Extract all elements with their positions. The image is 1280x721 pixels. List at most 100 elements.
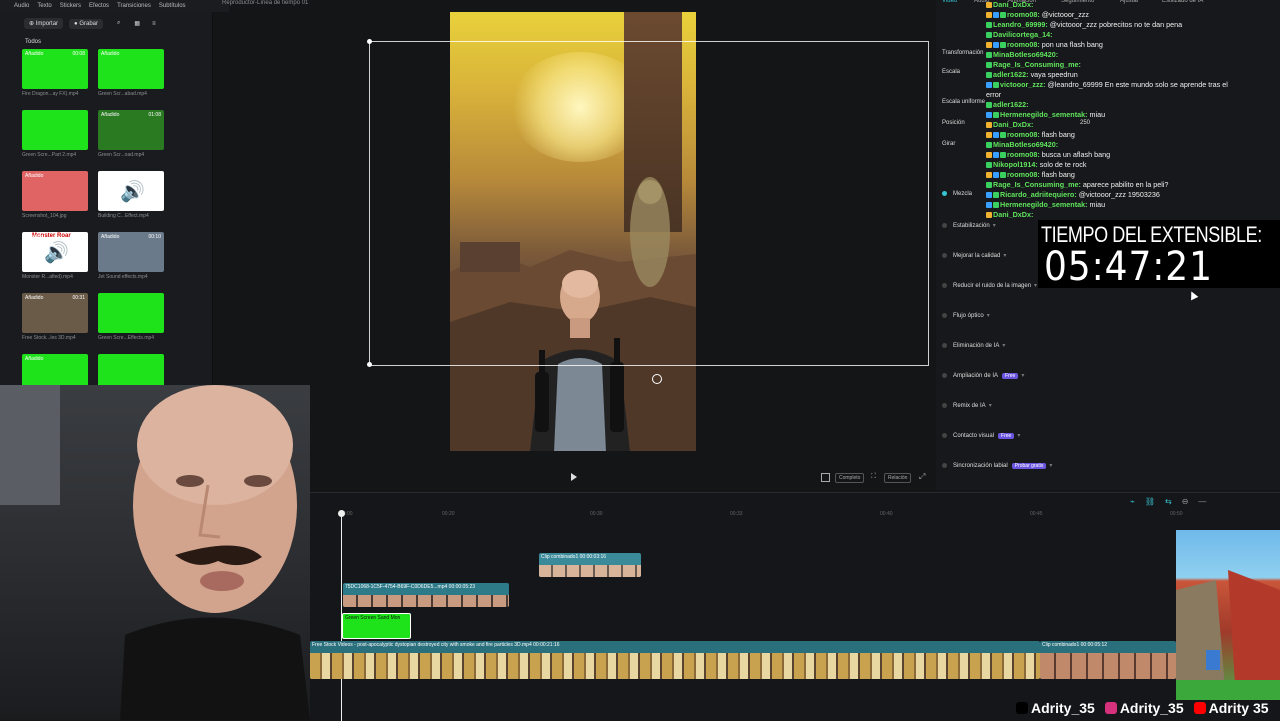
ratio-button[interactable]: Relación <box>884 473 912 483</box>
property-row[interactable]: Mejorar la calidad ▾ <box>942 252 1006 259</box>
toggle-icon[interactable] <box>942 372 947 378</box>
blend-toggle-icon[interactable] <box>942 191 947 196</box>
toggle-icon[interactable] <box>942 342 947 348</box>
property-row[interactable]: Estabilización ▾ <box>942 222 996 229</box>
media-item[interactable]: Añadido 01:08 Green Scr...oad.mp4 <box>98 110 164 158</box>
speaker-icon: 🔊 <box>120 181 145 203</box>
chat-message: Nikopol1914: solo de te rock <box>986 160 1280 170</box>
chat-badge-icon <box>986 112 992 119</box>
resize-handle-bl[interactable] <box>367 362 372 367</box>
clip-frames <box>539 565 641 577</box>
chat-text: vaya speedrun <box>1030 70 1078 79</box>
timer-time: 05:47:21 <box>1044 244 1213 290</box>
top-menu-item[interactable]: Transiciones <box>117 3 151 9</box>
top-menu-item[interactable]: Subtítulos <box>159 3 186 9</box>
media-item[interactable]: Añadido 00:08 Fire Dragon...ay FX).mp4 <box>22 49 88 97</box>
chat-message: adler1622: <box>986 100 1280 110</box>
media-item[interactable]: 🔊 Añadido Building C...Effect.mp4 <box>98 171 164 219</box>
crop-icon[interactable] <box>821 473 830 482</box>
chat-badge-icon <box>986 42 992 49</box>
resize-handle-tl[interactable] <box>367 39 372 44</box>
toggle-icon[interactable] <box>942 462 947 468</box>
property-row[interactable]: Remix de IA ▾ <box>942 402 992 409</box>
chat-username: Leandro_69999: <box>993 20 1048 29</box>
media-item[interactable]: Añadido 00:31 Free Stock...les 3D.mp4 <box>22 293 88 341</box>
chat-message: MinaBotleso69420: <box>986 50 1280 60</box>
magnet-icon[interactable]: ⌁ <box>1130 497 1135 506</box>
chat-badge-icon <box>1000 132 1006 139</box>
chat-badge-icon <box>986 2 992 9</box>
chat-text: pon una flash bang <box>1041 40 1103 49</box>
top-menu-item[interactable]: Stickers <box>60 3 81 9</box>
chat-badge-icon <box>1000 172 1006 179</box>
toggle-icon[interactable] <box>942 252 947 258</box>
property-row[interactable]: Contacto visual Free ▾ <box>942 432 1020 439</box>
fit-icon[interactable]: ⛶ <box>871 473 876 481</box>
chat-username: Ricardo_adriitequiero: <box>1000 190 1077 199</box>
compound-clip-2[interactable]: Clip combinado1 00:00:05:12 <box>1040 641 1176 679</box>
clip-frames <box>310 653 1040 679</box>
blend-row[interactable]: Mezcla <box>942 191 972 197</box>
compound-clip-1[interactable]: Clip combinado1 00:00:03:16 <box>539 553 641 577</box>
property-row[interactable]: Ampliación de IA Free ▾ <box>942 372 1024 379</box>
property-row[interactable]: Eliminación de IA ▾ <box>942 342 1005 349</box>
webcam-overlay <box>0 385 310 720</box>
video-clip-75dc[interactable]: 75DC1068-1C5F-4754-B69F-C0D6DE5...mp4 00… <box>343 583 509 607</box>
chat-text: @leandro_69999 En este mundo solo se apr… <box>1047 80 1228 89</box>
filter-icon[interactable]: ≡ <box>152 21 156 27</box>
filter-all[interactable]: Todos <box>25 39 41 45</box>
link-icon[interactable]: ⛓ <box>1145 497 1155 506</box>
search-icon[interactable]: ⌕ <box>117 20 120 27</box>
play-icon[interactable] <box>571 473 577 481</box>
property-label: Ampliación de IA <box>953 373 999 379</box>
preview-axis-icon[interactable]: ⇆ <box>1165 497 1172 506</box>
chat-badge-icon <box>986 22 992 29</box>
chat-username: adler1622: <box>993 70 1029 79</box>
ruler-tick-label: 00:20 <box>442 511 455 517</box>
media-thumbnail: Añadido 00:10 <box>98 232 164 272</box>
media-item[interactable]: Green Scre...Part 2.mp4 <box>22 110 88 158</box>
media-thumbnail <box>22 110 88 150</box>
zoom-in-icon[interactable]: — <box>1198 497 1206 506</box>
full-button[interactable]: Completo <box>835 473 865 483</box>
toggle-icon[interactable] <box>942 402 947 408</box>
added-badge: Añadido <box>101 234 120 240</box>
main-video-clip[interactable]: Free Stock Videos - post-apocalyptic dys… <box>310 641 1040 679</box>
grid-view-icon[interactable]: ▦ <box>134 20 140 27</box>
toggle-icon[interactable] <box>942 432 947 438</box>
property-row[interactable]: Sincronización labial Probar gratis ▾ <box>942 462 1052 469</box>
property-row[interactable]: Reducir el ruido de la imagen ▾ <box>942 282 1037 289</box>
playhead-handle-icon[interactable] <box>338 510 345 517</box>
top-menu-item[interactable]: Efectos <box>89 3 109 9</box>
top-menu-item[interactable]: Audio <box>14 3 29 9</box>
fullscreen-icon[interactable]: ⤢ <box>919 472 925 482</box>
zoom-out-icon[interactable]: ⊖ <box>1182 497 1189 506</box>
chat-text: miau <box>1089 200 1106 209</box>
position-label: Posición <box>942 120 965 126</box>
chat-badge-icon <box>986 132 992 139</box>
selection-box[interactable] <box>369 41 929 366</box>
property-row[interactable]: Flujo óptico ▾ <box>942 312 990 319</box>
toggle-icon[interactable] <box>942 312 947 318</box>
timeline-ruler[interactable]: 00:00 00:20 00:30 00:33 00:40 00:45 00:50 <box>310 511 1280 521</box>
media-item[interactable]: 🔊 Monster Roar Añadido Monster R...afied).m… <box>22 232 88 280</box>
media-item[interactable]: Añadido Green Scr...abad.mp4 <box>98 49 164 97</box>
media-item[interactable]: Green Scre...Effects.mp4 <box>98 293 164 341</box>
record-button[interactable]: ● Grabar <box>69 18 104 29</box>
chat-message: roomo08: pon una flash bang <box>986 40 1280 50</box>
tab-video[interactable]: Video <box>942 0 957 4</box>
rotate-label: Girar <box>942 141 956 147</box>
toggle-icon[interactable] <box>942 282 947 288</box>
main-clip-label: Free Stock Videos - post-apocalyptic dys… <box>312 642 560 648</box>
media-thumbnail: Añadido 00:08 <box>22 49 88 89</box>
media-item[interactable]: Añadido 00:10 Jet Sound effects.mp4 <box>98 232 164 280</box>
media-item[interactable]: Añadido Screenshot_104.jpg <box>22 171 88 219</box>
green-screen-clip[interactable]: Green Screen Sand Mon <box>342 613 411 639</box>
media-filename: Free Stock...les 3D.mp4 <box>22 335 76 341</box>
import-button[interactable]: ⊕ Importar <box>24 18 64 29</box>
chat-text: @victooor_zzz pobrecitos no te dan pena <box>1049 20 1183 29</box>
rotate-handle-icon[interactable] <box>652 374 662 384</box>
toggle-icon[interactable] <box>942 222 947 228</box>
top-menu-item[interactable]: Texto <box>37 3 51 9</box>
blend-label: Mezcla <box>953 191 973 198</box>
